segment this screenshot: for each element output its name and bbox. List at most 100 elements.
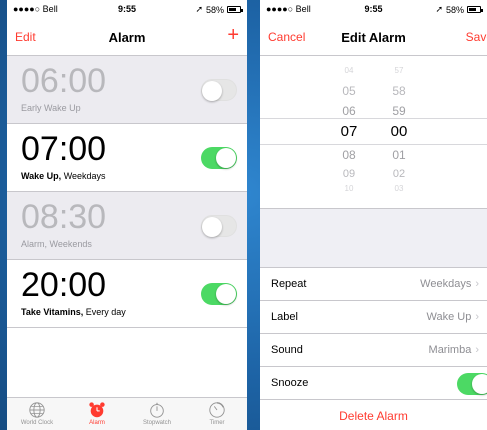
picker-selection-bottom	[260, 144, 487, 145]
globe-icon	[29, 402, 45, 418]
toggle-knob	[216, 148, 236, 168]
picker-selection-top	[260, 118, 487, 119]
toggle-knob	[216, 284, 236, 304]
alarm-label: Early Wake Up	[21, 103, 81, 113]
page-title: Alarm	[108, 30, 146, 45]
chevron-right-icon: ›	[475, 278, 479, 290]
location-icon: ➚	[195, 4, 203, 14]
alarm-label: Alarm, Weekends	[21, 239, 92, 249]
alarm-name: Take Vitamins,	[21, 307, 84, 317]
alarm-name: Alarm,	[21, 239, 48, 249]
tab-alarm[interactable]: Alarm	[67, 398, 127, 430]
alarm-list: 06:00 Early Wake Up 07:00 Wake Up, Weekd…	[7, 56, 247, 328]
chevron-right-icon: ›	[475, 311, 479, 323]
alarm-toggle[interactable]	[201, 283, 237, 305]
picker-selected-value: 07	[340, 123, 358, 140]
picker-value: 09	[342, 168, 356, 180]
settings-group: Repeat Weekdays › Label Wake Up › Sound Ma…	[260, 268, 487, 400]
battery-icon	[467, 6, 483, 13]
tab-label: Stopwatch	[142, 420, 172, 426]
alarm-label: Take Vitamins, Every day	[21, 307, 126, 317]
picker-value: 58	[392, 84, 406, 98]
chevron-right-icon: ›	[475, 344, 479, 356]
battery-percent: 58%	[445, 4, 464, 15]
status-bar: ●●●●○ Bell 9:55 ➚ 58%	[7, 0, 247, 18]
alarm-name: Wake Up,	[21, 171, 62, 181]
alarm-time: 07:00	[21, 130, 107, 168]
row-value: Marimba ›	[429, 344, 479, 356]
label-row[interactable]: Label Wake Up ›	[260, 301, 487, 334]
time-picker[interactable]: 04 05 06 07 08 09 10 57 58 59 00 01 02 0…	[260, 56, 487, 208]
timer-icon	[209, 402, 225, 418]
tab-bar: World Clock Alarm Stopwatch Timer	[7, 397, 247, 430]
picker-value: 59	[392, 104, 406, 118]
tab-stopwatch[interactable]: Stopwatch	[127, 398, 187, 430]
battery-percent: 58%	[205, 4, 224, 15]
row-label: Sound	[271, 344, 303, 356]
alarm-row[interactable]: 07:00 Wake Up, Weekdays	[7, 124, 247, 192]
add-alarm-button[interactable]: +	[227, 24, 239, 47]
alarm-clock-icon	[89, 402, 105, 418]
row-label: Repeat	[271, 278, 307, 290]
alarm-time: 20:00	[21, 266, 107, 304]
section-spacer	[260, 208, 487, 268]
sound-value: Marimba	[428, 344, 472, 356]
row-label: Label	[271, 311, 298, 323]
nav-bar: Edit Alarm +	[7, 18, 247, 56]
delete-alarm-row: Delete Alarm	[260, 400, 487, 430]
tab-world-clock[interactable]: World Clock	[7, 398, 67, 430]
toggle-knob	[202, 81, 222, 101]
stopwatch-icon	[150, 402, 164, 418]
alarm-list-screen: ●●●●○ Bell 9:55 ➚ 58% Edit Alarm + 06:00…	[7, 0, 247, 430]
tab-label: Timer	[209, 420, 225, 426]
picker-selected-value: 00	[390, 123, 408, 140]
battery-icon	[227, 6, 243, 13]
alarm-repeat: Weekdays	[61, 171, 106, 181]
location-icon: ➚	[435, 4, 443, 14]
edit-alarm-screen: ●●●●○ Bell 9:55 ➚ 58% Cancel Edit Alarm …	[260, 0, 487, 430]
picker-value: 02	[392, 168, 406, 180]
status-bar: ●●●●○ Bell 9:55 ➚ 58%	[260, 0, 487, 18]
tab-label: Alarm	[89, 420, 105, 426]
picker-value: 10	[344, 184, 354, 193]
picker-value: 57	[394, 66, 404, 75]
alarm-repeat: Every day	[83, 307, 126, 317]
tab-label: World Clock	[20, 420, 54, 426]
toggle-knob	[202, 217, 222, 237]
repeat-row[interactable]: Repeat Weekdays ›	[260, 268, 487, 301]
alarm-row[interactable]: 20:00 Take Vitamins, Every day	[7, 260, 247, 328]
alarm-toggle[interactable]	[201, 79, 237, 101]
save-button[interactable]: Save	[466, 30, 487, 44]
picker-value: 01	[392, 148, 406, 162]
alarm-time: 06:00	[21, 62, 107, 100]
alarm-row[interactable]: 06:00 Early Wake Up	[7, 56, 247, 124]
label-value: Wake Up	[426, 311, 472, 323]
snooze-toggle[interactable]	[457, 373, 487, 395]
alarm-toggle[interactable]	[201, 147, 237, 169]
tab-timer[interactable]: Timer	[187, 398, 247, 430]
alarm-time: 08:30	[21, 198, 107, 236]
picker-value: 05	[342, 84, 356, 98]
page-title: Edit Alarm	[341, 30, 406, 45]
picker-value: 06	[342, 104, 356, 118]
snooze-row: Snooze	[260, 367, 487, 400]
hour-wheel[interactable]: 04 05 06 07 08 09 10	[329, 56, 369, 208]
status-right: ➚ 58%	[435, 4, 483, 15]
delete-alarm-button[interactable]: Delete Alarm	[339, 409, 408, 423]
picker-value: 08	[342, 148, 356, 162]
sound-row[interactable]: Sound Marimba ›	[260, 334, 487, 367]
repeat-value: Weekdays	[420, 278, 472, 290]
alarm-row[interactable]: 08:30 Alarm, Weekends	[7, 192, 247, 260]
minute-wheel[interactable]: 57 58 59 00 01 02 03	[379, 56, 419, 208]
alarm-repeat: Weekends	[47, 239, 92, 249]
status-right: ➚ 58%	[195, 4, 243, 15]
alarm-label: Wake Up, Weekdays	[21, 171, 106, 181]
nav-bar: Cancel Edit Alarm Save	[260, 18, 487, 56]
alarm-toggle[interactable]	[201, 215, 237, 237]
toggle-knob	[472, 374, 487, 394]
row-value: Wake Up ›	[427, 311, 480, 323]
picker-value: 04	[344, 66, 354, 75]
alarm-name: Early Wake Up	[21, 103, 81, 113]
row-label: Snooze	[271, 377, 309, 389]
picker-value: 03	[394, 184, 404, 193]
